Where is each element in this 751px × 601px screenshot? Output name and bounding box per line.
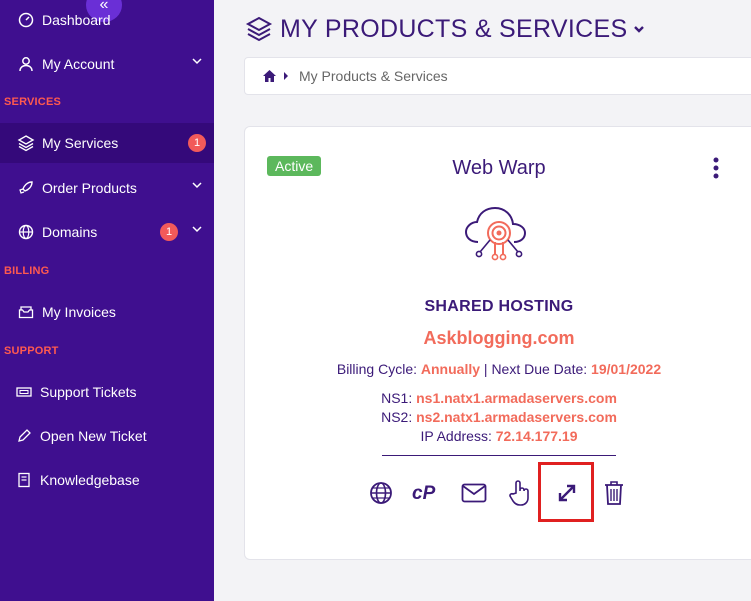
chevron-down-icon: [192, 226, 202, 233]
caret-right-icon: [284, 72, 288, 80]
sidebar-item-label: My Services: [42, 135, 119, 151]
notification-badge: 1: [188, 134, 206, 152]
sidebar-item-label: Domains: [42, 224, 98, 240]
notification-badge: 1: [160, 223, 178, 241]
trash-icon: [605, 481, 623, 505]
hand-pointer-icon: [509, 480, 529, 506]
breadcrumb: My Products & Services: [244, 57, 751, 95]
book-icon: [14, 470, 34, 490]
billing-cycle-value: Annually: [420, 361, 481, 377]
nameserver-2: NS2: ns2.natx1.armadaservers.com: [245, 409, 751, 425]
billing-info: Billing Cycle: Annually | Next Due Date:…: [245, 361, 751, 377]
home-icon[interactable]: [262, 69, 277, 83]
globe-icon: [16, 222, 36, 242]
next-due-date-label: Next Due Date:: [491, 361, 588, 377]
sidebar-item-label: Support Tickets: [40, 384, 137, 400]
login-button[interactable]: [505, 477, 535, 509]
section-label-billing: BILLING: [4, 265, 50, 277]
section-label-support: SUPPORT: [4, 345, 59, 357]
layers-icon: [16, 133, 36, 153]
page-title[interactable]: MY PRODUCTS & SERVICES: [244, 14, 645, 44]
service-domain[interactable]: Askblogging.com: [245, 328, 751, 349]
invoice-icon: [16, 302, 36, 322]
ns2-value: ns2.natx1.armadaservers.com: [416, 409, 617, 425]
sidebar-item-knowledgebase[interactable]: Knowledgebase: [0, 460, 214, 500]
sidebar: « Dashboard My Account SERVICES My Servi…: [0, 0, 214, 601]
ns2-label: NS2:: [381, 409, 413, 425]
sidebar-item-label: Knowledgebase: [40, 472, 140, 488]
sidebar-item-label: Open New Ticket: [40, 428, 147, 444]
gauge-icon: [16, 10, 36, 30]
sidebar-item-my-account[interactable]: My Account: [0, 44, 214, 84]
chevron-down-icon: [634, 26, 645, 33]
cloud-hosting-icon: [464, 206, 527, 261]
kebab-menu-icon[interactable]: [711, 157, 721, 179]
envelope-icon: [461, 483, 487, 503]
cpanel-login-button[interactable]: cP: [409, 477, 445, 509]
delete-button[interactable]: [599, 477, 629, 509]
next-due-date-value: 19/01/2022: [591, 361, 662, 377]
divider: [382, 455, 616, 456]
nameserver-1: NS1: ns1.natx1.armadaservers.com: [245, 390, 751, 406]
user-icon: [16, 54, 36, 74]
section-label-services: SERVICES: [4, 96, 62, 108]
billing-cycle-label: Billing Cycle:: [336, 361, 417, 377]
ticket-icon: [14, 382, 34, 402]
visit-website-button[interactable]: [366, 477, 396, 509]
svg-text:cP: cP: [412, 483, 436, 504]
ns1-value: ns1.natx1.armadaservers.com: [416, 390, 617, 406]
ip-label: IP Address:: [420, 428, 492, 444]
chevron-down-icon: [192, 58, 202, 65]
sidebar-item-label: Dashboard: [42, 12, 111, 28]
sidebar-item-label: Order Products: [42, 180, 137, 196]
chevron-down-icon: [192, 182, 202, 189]
sidebar-item-open-new-ticket[interactable]: Open New Ticket: [0, 416, 214, 456]
sidebar-item-label: My Invoices: [42, 304, 116, 320]
sidebar-item-domains[interactable]: Domains 1: [0, 212, 214, 252]
ns1-label: NS1:: [381, 390, 413, 406]
ip-value: 72.14.177.19: [495, 428, 578, 444]
rocket-icon: [16, 178, 36, 198]
service-card: Active Web Warp SHARED HOSTING Askbloggi…: [244, 126, 751, 560]
pencil-icon: [14, 426, 34, 446]
service-type: SHARED HOSTING: [424, 298, 574, 315]
sidebar-item-my-invoices[interactable]: My Invoices: [0, 292, 214, 332]
billing-separator: |: [483, 361, 488, 377]
service-name: Web Warp: [452, 157, 546, 179]
sidebar-item-dashboard[interactable]: Dashboard: [0, 0, 214, 40]
sidebar-item-label: My Account: [42, 56, 115, 72]
breadcrumb-current: My Products & Services: [299, 68, 448, 84]
cpanel-icon: cP: [412, 483, 436, 504]
highlight-box: [538, 462, 594, 522]
sidebar-item-my-services[interactable]: My Services 1: [0, 123, 214, 163]
sidebar-item-order-products[interactable]: Order Products: [0, 168, 214, 208]
email-button[interactable]: [459, 477, 489, 509]
globe-icon: [370, 482, 392, 504]
ip-address: IP Address: 72.14.177.19: [245, 428, 751, 444]
sidebar-item-support-tickets[interactable]: Support Tickets: [0, 372, 214, 412]
page-title-text: MY PRODUCTS & SERVICES: [280, 14, 628, 43]
layers-icon: [245, 16, 273, 42]
